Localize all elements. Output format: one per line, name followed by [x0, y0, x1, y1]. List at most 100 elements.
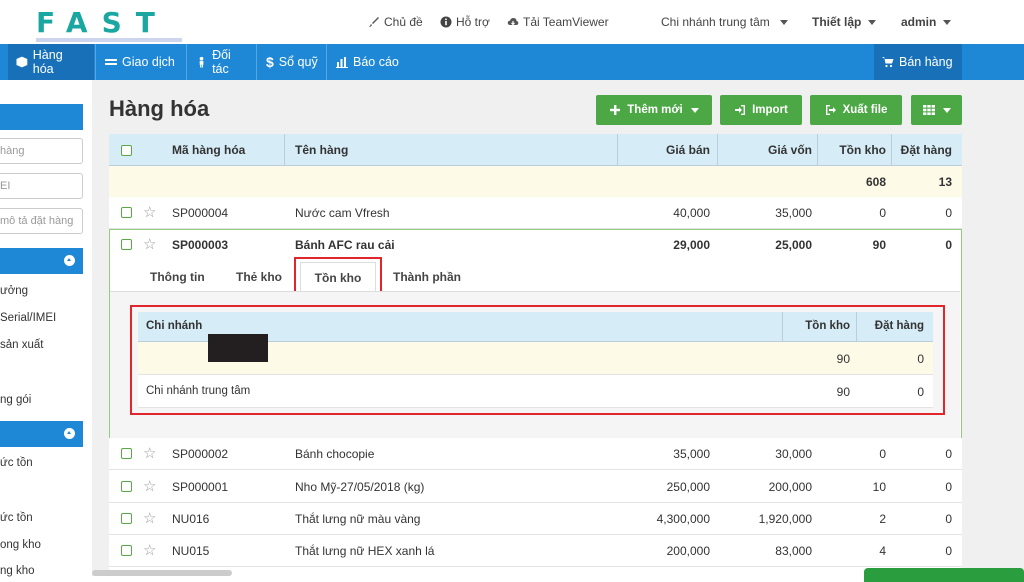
product-code: NU015	[172, 544, 210, 558]
stock-filter-above-max[interactable]: ức tồn	[0, 512, 33, 524]
nav-item-reports[interactable]: Báo cáo	[328, 44, 408, 80]
row-checkbox[interactable]	[121, 448, 132, 459]
product-price: 40,000	[673, 206, 710, 220]
support-link[interactable]: Hỗ trợ	[440, 15, 490, 29]
theme-link[interactable]: Chủ đề	[368, 15, 423, 29]
import-icon	[735, 105, 746, 115]
total-stock: 608	[865, 175, 886, 189]
product-name: Bánh AFC rau cải	[295, 238, 395, 252]
cart-icon	[882, 57, 894, 68]
tab-components[interactable]: Thành phần	[393, 270, 461, 284]
product-cost: 30,000	[775, 447, 812, 461]
star-icon[interactable]: ☆	[143, 509, 156, 527]
search-imei-input[interactable]: EI	[0, 173, 83, 199]
col-cost[interactable]: Giá vốn	[717, 143, 812, 157]
search-code-input[interactable]: hàng	[0, 138, 83, 164]
horizontal-scrollbar[interactable]	[92, 570, 232, 576]
user-menu[interactable]: admin	[901, 15, 952, 29]
tab-info[interactable]: Thông tin	[150, 270, 205, 284]
search-order-note-input[interactable]: mô tả đặt hàng	[0, 208, 83, 234]
product-name: Thắt lưng nữ HEX xanh lá	[295, 544, 435, 558]
nav-item-products[interactable]: Hàng hóa	[8, 44, 94, 80]
table-row[interactable]: ☆ SP000002 Bánh chocopie 35,000 30,000 0…	[109, 438, 962, 470]
product-type-normal[interactable]: ưởng	[0, 285, 28, 297]
row-checkbox[interactable]	[121, 513, 132, 524]
product-code: SP000001	[172, 480, 229, 494]
star-icon[interactable]: ☆	[143, 541, 156, 559]
add-new-button-label: Thêm mới	[627, 104, 683, 116]
redaction-box	[208, 334, 268, 362]
main-nav: Hàng hóa Giao dịch Đối tác $ Sổ quỹ Báo …	[0, 44, 1024, 80]
nav-divider	[95, 44, 96, 80]
product-code: NU016	[172, 512, 210, 526]
nav-item-cashbook[interactable]: $ Sổ quỹ	[258, 44, 326, 80]
support-link-label: Hỗ trợ	[456, 15, 490, 29]
product-name: Nho Mỹ-27/05/2018 (kg)	[295, 480, 425, 494]
chat-support-button[interactable]	[864, 568, 1024, 582]
totals-row: 608 13	[109, 166, 962, 198]
product-price: 250,000	[666, 480, 710, 494]
product-type-manufactured[interactable]: sản xuất	[0, 339, 43, 351]
nav-item-transactions[interactable]: Giao dịch	[97, 44, 185, 80]
teamviewer-link[interactable]: Tải TeamViewer	[507, 15, 609, 29]
star-icon[interactable]: ☆	[143, 235, 156, 253]
tab-stock-card[interactable]: Thẻ kho	[236, 270, 282, 284]
table-row[interactable]: ☆ NU016 Thắt lưng nữ màu vàng 4,300,000 …	[109, 503, 962, 535]
stock-filter-below-min[interactable]: ức tồn	[0, 457, 33, 469]
star-icon[interactable]: ☆	[143, 477, 156, 495]
logo[interactable]: FAST	[36, 6, 169, 39]
sidebar-header-stock[interactable]	[0, 421, 83, 447]
settings-menu[interactable]: Thiết lập	[812, 15, 877, 29]
row-checkbox[interactable]	[121, 481, 132, 492]
total-ordered: 13	[938, 175, 952, 189]
sell-button[interactable]: Bán hàng	[874, 44, 962, 80]
table-header: Mã hàng hóa Tên hàng Giá bán Giá vốn Tồn…	[109, 134, 962, 166]
settings-menu-label: Thiết lập	[812, 15, 862, 29]
stock-filter-out-of-stock[interactable]: ng kho	[0, 565, 35, 577]
star-icon[interactable]: ☆	[143, 444, 156, 462]
collapse-icon[interactable]	[64, 255, 75, 266]
product-type-combo[interactable]: ng gói	[0, 394, 31, 406]
col-ordered[interactable]: Đặt hàng	[891, 143, 952, 157]
table-row-expanded[interactable]: ☆ SP000003 Bánh AFC rau cải 29,000 25,00…	[110, 230, 960, 262]
row-checkbox[interactable]	[121, 545, 132, 556]
nav-divider	[326, 44, 327, 80]
col-divider	[284, 134, 285, 166]
star-icon[interactable]: ☆	[143, 203, 156, 221]
table-row[interactable]: ☆ SP000004 Nước cam Vfresh 40,000 35,000…	[109, 197, 962, 229]
add-new-button[interactable]: Thêm mới	[596, 95, 712, 125]
col-name[interactable]: Tên hàng	[295, 143, 348, 157]
row-checkbox[interactable]	[121, 239, 132, 250]
person-icon	[199, 56, 204, 68]
row-checkbox[interactable]	[121, 207, 132, 218]
stock-filter-in-stock[interactable]: ong kho	[0, 539, 41, 551]
product-stock: 0	[879, 447, 886, 461]
product-type-serial[interactable]: Serial/IMEI	[0, 312, 56, 324]
product-ordered: 0	[945, 447, 952, 461]
col-code[interactable]: Mã hàng hóa	[172, 143, 245, 157]
col-price[interactable]: Giá bán	[617, 143, 710, 157]
branch-selector[interactable]: Chi nhánh trung tâm	[661, 15, 788, 29]
collapse-icon[interactable]	[64, 428, 75, 439]
chevron-down-icon	[943, 19, 952, 25]
nav-item-products-label: Hàng hóa	[32, 48, 63, 76]
col-stock[interactable]: Tồn kho	[817, 143, 886, 157]
nav-item-transactions-label: Giao dịch	[122, 55, 175, 69]
product-price: 200,000	[666, 544, 710, 558]
theme-link-label: Chủ đề	[384, 15, 423, 29]
product-ordered: 0	[945, 544, 952, 558]
chevron-down-icon	[942, 107, 951, 113]
column-settings-button[interactable]	[911, 95, 962, 125]
import-button[interactable]: Import	[720, 95, 802, 125]
product-cost: 83,000	[775, 544, 812, 558]
nav-item-reports-label: Báo cáo	[353, 55, 399, 69]
product-price: 29,000	[673, 238, 710, 252]
product-cost: 1,920,000	[758, 512, 812, 526]
sidebar-header-product-type[interactable]	[0, 248, 83, 274]
nav-item-partners[interactable]: Đối tác	[188, 44, 256, 80]
select-all-checkbox[interactable]	[121, 145, 132, 156]
table-row[interactable]: ☆ SP000001 Nho Mỹ-27/05/2018 (kg) 250,00…	[109, 471, 962, 503]
export-button[interactable]: Xuất file	[810, 95, 902, 125]
table-row[interactable]: ☆ NU015 Thắt lưng nữ HEX xanh lá 200,000…	[109, 535, 962, 567]
export-button-label: Xuất file	[842, 104, 888, 116]
